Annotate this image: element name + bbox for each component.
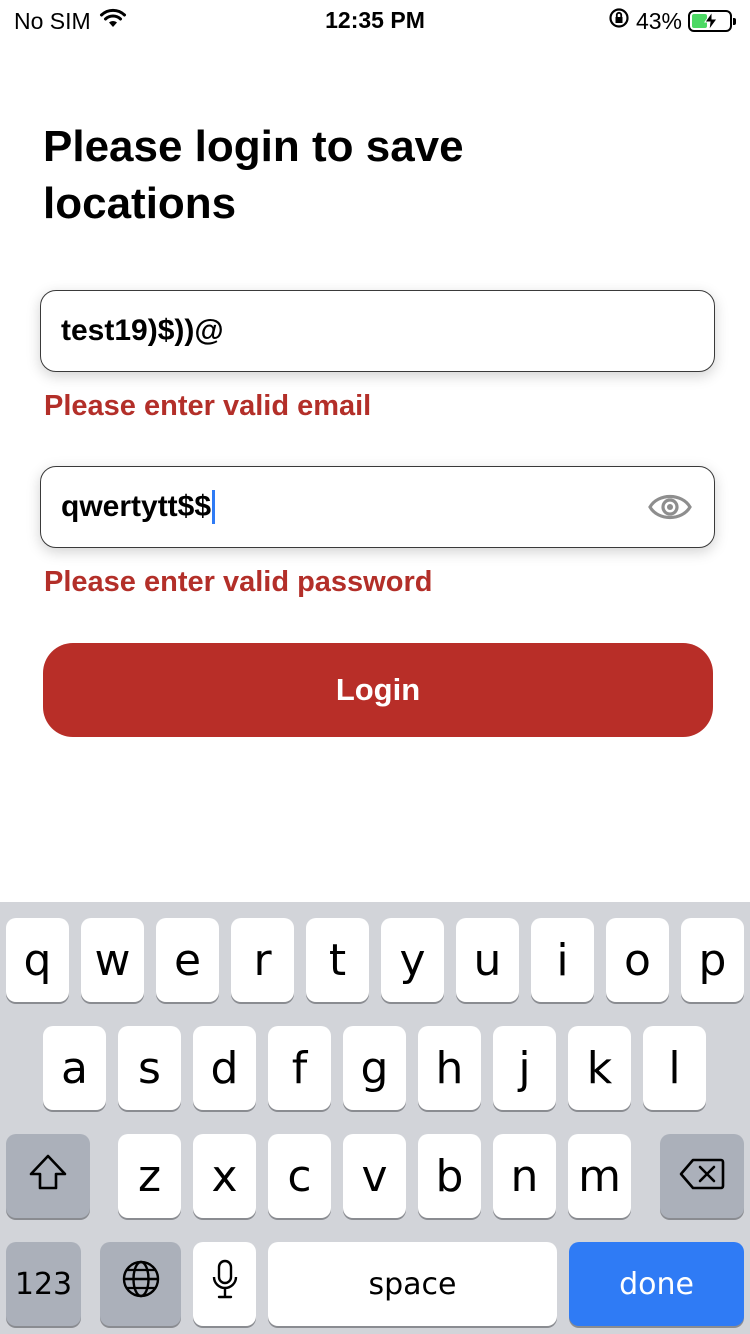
battery-charging-icon — [688, 10, 736, 32]
globe-icon — [121, 1259, 161, 1310]
key-t[interactable]: t — [306, 918, 369, 1002]
key-m[interactable]: m — [568, 1134, 631, 1218]
key-s[interactable]: s — [118, 1026, 181, 1110]
key-k[interactable]: k — [568, 1026, 631, 1110]
numbers-key[interactable]: 123 — [6, 1242, 81, 1326]
key-c[interactable]: c — [268, 1134, 331, 1218]
backspace-icon — [679, 1151, 725, 1202]
key-d[interactable]: d — [193, 1026, 256, 1110]
key-a[interactable]: a — [43, 1026, 106, 1110]
key-n[interactable]: n — [493, 1134, 556, 1218]
globe-key[interactable] — [100, 1242, 181, 1326]
done-key[interactable]: done — [569, 1242, 744, 1326]
page-title: Please login to save locations — [43, 122, 464, 228]
space-key[interactable]: space — [268, 1242, 557, 1326]
microphone-icon — [210, 1258, 240, 1311]
key-l[interactable]: l — [643, 1026, 706, 1110]
login-button[interactable]: Login — [43, 643, 713, 737]
key-r[interactable]: r — [231, 918, 294, 1002]
email-field[interactable]: test19)$))@ — [40, 290, 715, 372]
backspace-key[interactable] — [660, 1134, 744, 1218]
key-p[interactable]: p — [681, 918, 744, 1002]
email-input-value[interactable]: test19)$))@ — [61, 314, 224, 348]
password-input-value[interactable]: qwertytt$$ — [61, 490, 211, 524]
keyboard: q w e r t y u i o p a s d f g h j k l z … — [0, 902, 750, 1334]
key-g[interactable]: g — [343, 1026, 406, 1110]
rotation-lock-icon — [608, 7, 630, 35]
key-b[interactable]: b — [418, 1134, 481, 1218]
key-v[interactable]: v — [343, 1134, 406, 1218]
key-y[interactable]: y — [381, 918, 444, 1002]
key-z[interactable]: z — [118, 1134, 181, 1218]
key-h[interactable]: h — [418, 1026, 481, 1110]
password-error-message: Please enter valid password — [44, 566, 433, 598]
battery-percent: 43% — [635, 7, 682, 34]
shift-key[interactable] — [6, 1134, 90, 1218]
text-cursor — [212, 490, 216, 524]
email-error-message: Please enter valid email — [44, 390, 372, 422]
key-f[interactable]: f — [268, 1026, 331, 1110]
key-q[interactable]: q — [6, 918, 69, 1002]
key-i[interactable]: i — [531, 918, 594, 1002]
password-field[interactable]: qwertytt$$ — [40, 466, 715, 548]
key-o[interactable]: o — [606, 918, 669, 1002]
eye-icon[interactable] — [648, 489, 692, 530]
key-e[interactable]: e — [156, 918, 219, 1002]
key-u[interactable]: u — [456, 918, 519, 1002]
key-w[interactable]: w — [81, 918, 144, 1002]
status-right: 43% — [608, 7, 736, 35]
shift-icon — [28, 1151, 68, 1202]
key-x[interactable]: x — [193, 1134, 256, 1218]
key-j[interactable]: j — [493, 1026, 556, 1110]
microphone-key[interactable] — [193, 1242, 256, 1326]
status-bar: No SIM 12:35 PM 43% — [0, 0, 750, 40]
